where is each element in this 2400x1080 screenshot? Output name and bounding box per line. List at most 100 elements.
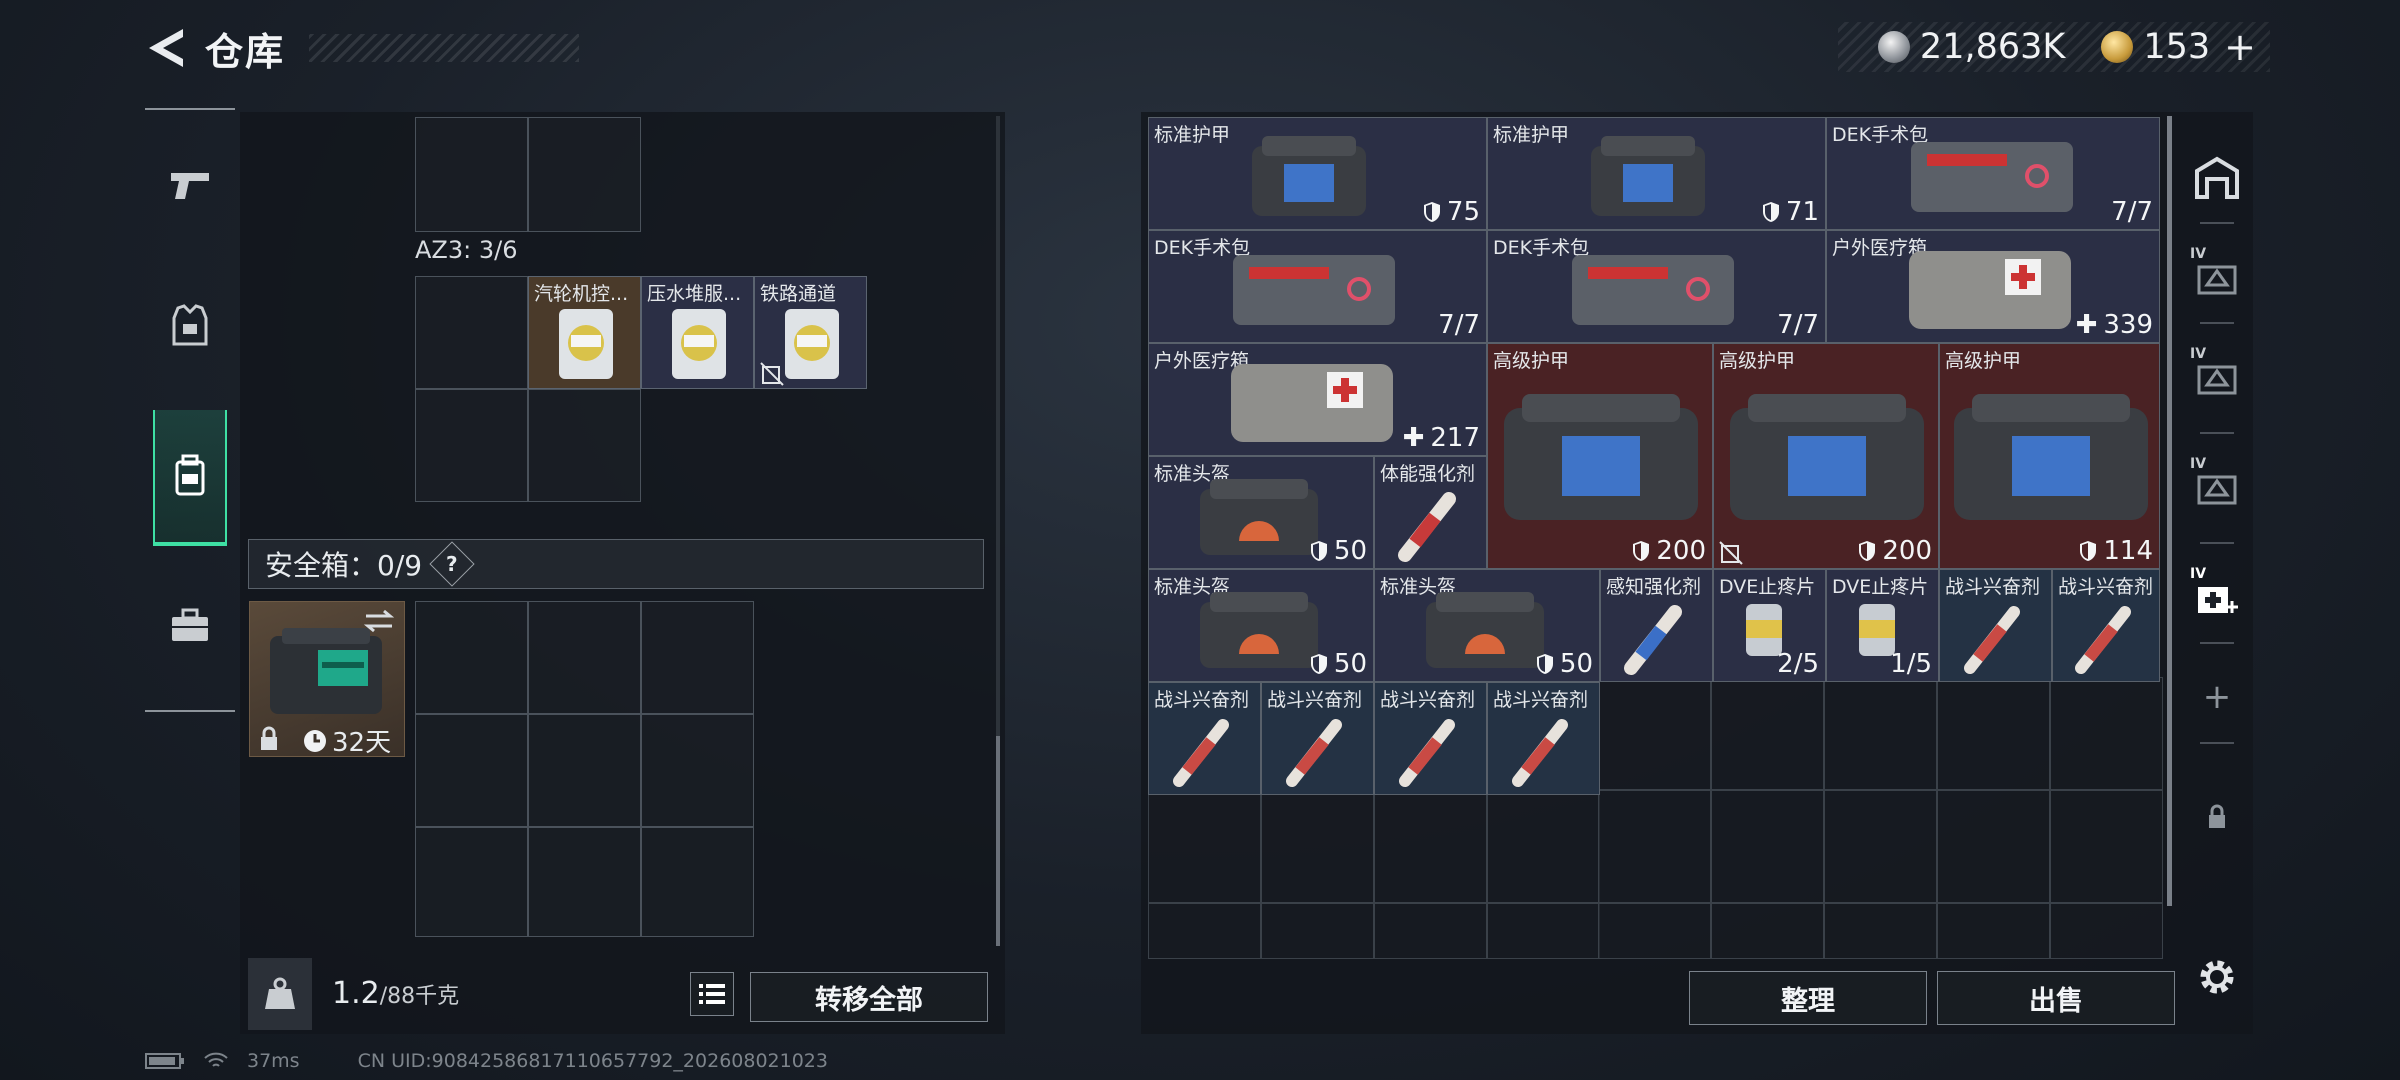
durability-value: 200 bbox=[1656, 536, 1706, 566]
storage-tab-medical[interactable]: IV bbox=[2182, 552, 2252, 642]
inventory-item[interactable]: 标准护甲 75 bbox=[1148, 117, 1487, 230]
az3-item-1[interactable]: 汽轮机控... bbox=[528, 276, 641, 389]
inventory-item[interactable]: 高级护甲 114 bbox=[1939, 343, 2160, 569]
inventory-item[interactable]: 户外医疗箱 ✚ 339 bbox=[1826, 230, 2160, 343]
weapon-tab[interactable] bbox=[145, 125, 235, 245]
inventory-item[interactable]: 战斗兴奋剂 bbox=[2052, 569, 2160, 682]
grid-slot[interactable] bbox=[1374, 903, 1487, 959]
storage-scrollbar[interactable] bbox=[2167, 116, 2172, 906]
inventory-item[interactable]: 标准头盔 50 bbox=[1148, 569, 1374, 682]
inventory-item[interactable]: 战斗兴奋剂 bbox=[1148, 682, 1261, 795]
grid-slot[interactable] bbox=[1487, 903, 1600, 959]
grid-slot[interactable] bbox=[528, 389, 641, 502]
storage-tab-all[interactable] bbox=[2182, 132, 2252, 222]
safe-slot[interactable] bbox=[641, 601, 754, 714]
back-arrow-icon[interactable] bbox=[145, 23, 191, 73]
safe-slot[interactable] bbox=[528, 827, 641, 937]
inventory-item[interactable]: 战斗兴奋剂 bbox=[1261, 682, 1374, 795]
inventory-item[interactable]: 高级护甲 200 bbox=[1713, 343, 1939, 569]
locked-tab[interactable] bbox=[2182, 772, 2252, 862]
scroll-thumb[interactable] bbox=[996, 736, 1000, 946]
tab-tier-label: IV bbox=[2190, 346, 2207, 362]
inventory-item[interactable]: 标准头盔 50 bbox=[1374, 569, 1600, 682]
toolbox-tab[interactable] bbox=[145, 565, 235, 685]
inventory-item[interactable]: DVE止疼片 2/5 bbox=[1713, 569, 1826, 682]
inventory-item[interactable]: 高级护甲 200 bbox=[1487, 343, 1713, 569]
advanced-armor-icon bbox=[1730, 394, 1924, 520]
grid-slot[interactable] bbox=[1824, 790, 1937, 903]
weight-bar: 1.2 /88千克 转移全部 bbox=[248, 958, 992, 1030]
safe-slot[interactable] bbox=[528, 601, 641, 714]
inventory-item[interactable]: 标准护甲 71 bbox=[1487, 117, 1826, 230]
grid-slot[interactable] bbox=[1487, 790, 1600, 903]
inventory-item[interactable]: DEK手术包 7/7 bbox=[1148, 230, 1487, 343]
durability: 114 bbox=[2079, 536, 2153, 566]
backpack-tab[interactable] bbox=[153, 410, 227, 546]
grid-slot[interactable] bbox=[1148, 790, 1261, 903]
safe-slot[interactable] bbox=[415, 714, 528, 827]
inventory-item[interactable]: 标准头盔 50 bbox=[1148, 456, 1374, 569]
inventory-item[interactable]: 感知强化剂 bbox=[1600, 569, 1713, 682]
safe-slot[interactable] bbox=[415, 827, 528, 937]
add-storage-tab-button[interactable]: + bbox=[2182, 652, 2252, 742]
sell-button[interactable]: 出售 bbox=[1937, 971, 2175, 1025]
grid-slot[interactable] bbox=[1148, 903, 1261, 959]
left-scrollbar[interactable] bbox=[996, 116, 1000, 946]
storage-tab-4-1[interactable]: IV bbox=[2182, 232, 2252, 322]
grid-slot[interactable] bbox=[415, 117, 528, 232]
grid-slot[interactable] bbox=[1598, 790, 1711, 903]
grid-slot[interactable] bbox=[528, 117, 641, 232]
inventory-item[interactable]: 战斗兴奋剂 bbox=[1939, 569, 2052, 682]
inventory-item[interactable]: DEK手术包 7/7 bbox=[1487, 230, 1826, 343]
grid-slot[interactable] bbox=[1711, 903, 1824, 959]
shield-icon bbox=[2080, 541, 2097, 561]
safe-slot[interactable] bbox=[528, 714, 641, 827]
grid-slot[interactable] bbox=[415, 276, 528, 389]
grid-slot[interactable] bbox=[1937, 677, 2050, 790]
grid-slot[interactable] bbox=[1374, 790, 1487, 903]
item-name: 标准护甲 bbox=[1493, 124, 1570, 146]
inventory-item[interactable]: 体能强化剂 bbox=[1374, 456, 1487, 569]
divider bbox=[2200, 642, 2234, 644]
grid-slot[interactable] bbox=[1937, 903, 2050, 959]
grid-slot[interactable] bbox=[1261, 903, 1374, 959]
inventory-item[interactable]: DEK手术包 7/7 bbox=[1826, 117, 2160, 230]
settings-button[interactable] bbox=[2182, 932, 2252, 1022]
grid-slot[interactable] bbox=[2050, 790, 2163, 903]
inventory-item[interactable]: DVE止疼片 1/5 bbox=[1826, 569, 1939, 682]
safe-slot[interactable] bbox=[641, 827, 754, 937]
sort-button[interactable]: 整理 bbox=[1689, 971, 1927, 1025]
safe-case-item[interactable]: 32天 bbox=[249, 601, 405, 758]
grid-slot[interactable] bbox=[1711, 790, 1824, 903]
grid-slot[interactable] bbox=[415, 389, 528, 502]
grid-slot[interactable] bbox=[1937, 790, 2050, 903]
inventory-item[interactable]: 战斗兴奋剂 bbox=[1487, 682, 1600, 795]
grid-slot[interactable] bbox=[2050, 677, 2163, 790]
grid-slot[interactable] bbox=[1261, 790, 1374, 903]
add-currency-button[interactable]: + bbox=[2224, 25, 2256, 69]
scroll-thumb[interactable] bbox=[2167, 116, 2172, 906]
help-button[interactable]: ? bbox=[429, 541, 475, 587]
safe-slot[interactable] bbox=[641, 714, 754, 827]
shield-icon bbox=[1310, 541, 1327, 561]
storage-box-icon bbox=[2197, 475, 2237, 505]
grid-slot[interactable] bbox=[1824, 677, 1937, 790]
grid-slot[interactable] bbox=[1824, 903, 1937, 959]
storage-tab-4-2[interactable]: IV bbox=[2182, 332, 2252, 422]
storage-tab-4-3[interactable]: IV bbox=[2182, 442, 2252, 532]
plus-icon: + bbox=[2202, 677, 2232, 717]
transfer-all-button[interactable]: 转移全部 bbox=[750, 972, 988, 1022]
grid-slot[interactable] bbox=[2050, 903, 2163, 959]
az3-item-3[interactable]: 铁路通道 bbox=[754, 276, 867, 389]
inventory-item[interactable]: 战斗兴奋剂 bbox=[1374, 682, 1487, 795]
safe-slot[interactable] bbox=[415, 601, 528, 714]
az3-item-2[interactable]: 压水堆服... bbox=[641, 276, 754, 389]
list-view-button[interactable] bbox=[690, 972, 734, 1016]
armor-tab[interactable] bbox=[145, 265, 235, 385]
grid-slot[interactable] bbox=[1598, 903, 1711, 959]
grid-slot[interactable] bbox=[1598, 677, 1711, 790]
swap-icon[interactable] bbox=[362, 608, 396, 634]
grid-slot[interactable] bbox=[1711, 677, 1824, 790]
durability: 200 bbox=[1632, 536, 1706, 566]
inventory-item[interactable]: 户外医疗箱 ✚ 217 bbox=[1148, 343, 1487, 456]
